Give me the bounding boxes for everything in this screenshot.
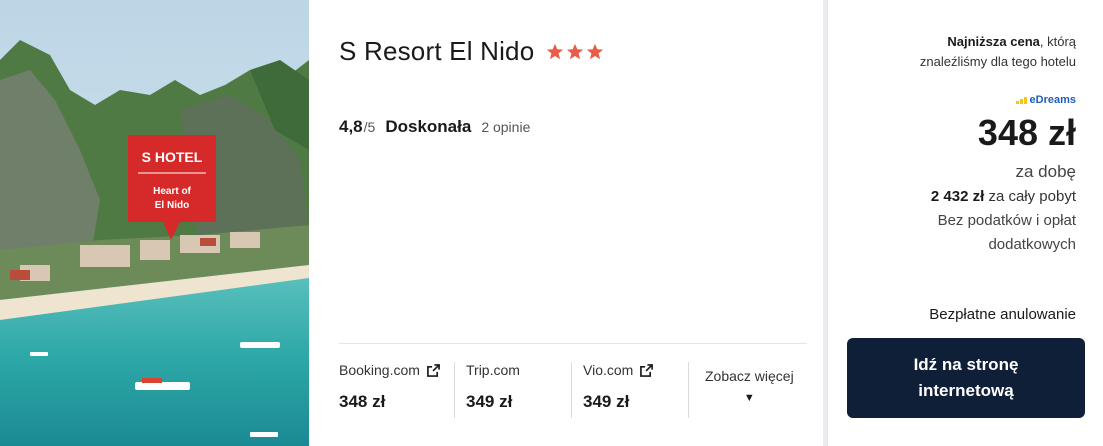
edreams-mark-icon [1015, 96, 1027, 104]
title-row: S Resort El Nido [339, 36, 604, 67]
star-rating [546, 43, 604, 61]
provider-name: Vio.com [583, 362, 634, 378]
offer-panel: Najniższa cena, którą znaleźliśmy dla te… [827, 0, 1103, 446]
offer-summary: Najniższa cena, którą znaleźliśmy dla te… [836, 32, 1076, 257]
star-icon [587, 43, 604, 59]
hotel-name[interactable]: S Resort El Nido [339, 36, 534, 67]
hotel-card: S HOTEL Heart of El Nido S Resort El Nid… [0, 0, 823, 446]
offer-price: 348 zł [977, 112, 1076, 153]
lowest-price-rest: , którą [1039, 34, 1076, 49]
caret-down-icon: ▼ [743, 392, 755, 404]
hotel-details: S Resort El Nido 4,8 /5 Doskonała 2 opin… [339, 0, 809, 446]
external-link-icon [427, 363, 440, 377]
provider-trip[interactable]: Trip.com 349 zł [466, 362, 520, 412]
external-link-icon [640, 363, 654, 377]
free-cancellation: Bezpłatne anulowanie [929, 306, 1076, 323]
provider-vio[interactable]: Vio.com 349 zł [583, 362, 654, 412]
rating-label: Doskonała [385, 117, 472, 136]
sign-brand: S HOTEL [142, 149, 203, 165]
total-price: 2 432 zł za cały pobyt [836, 188, 1076, 205]
total-label: za cały pobyt [984, 188, 1076, 205]
taxes-note: Bez podatków i opłat dodatkowych [836, 209, 1076, 257]
sign-tagline-1: Heart of [153, 186, 191, 197]
rating-score: 4,8 [339, 117, 363, 136]
total-amount: 2 432 zł [930, 188, 985, 205]
provider-logo-text: eDreams [1029, 94, 1076, 106]
provider-price: 348 zł [339, 392, 386, 411]
lowest-price-bold: Najniższa cena [947, 34, 1040, 49]
provider-prices: Booking.com 348 zł Trip.com 349 zł Vio.c… [339, 362, 809, 422]
see-more-label: Zobacz więcej [705, 368, 794, 384]
provider-name: Trip.com [466, 362, 520, 378]
lowest-price-note: Najniższa cena, którą znaleźliśmy dla te… [836, 32, 1076, 72]
taxes-line-2: dodatkowych [988, 236, 1076, 253]
provider-price: 349 zł [583, 392, 630, 411]
go-to-website-button[interactable]: Idź na stronę internetową [847, 338, 1085, 418]
hotel-photo-image: S HOTEL Heart of El Nido [0, 0, 309, 446]
star-icon [547, 43, 564, 59]
rating-max: /5 [363, 119, 376, 135]
provider-separator [688, 362, 689, 418]
star-icon [567, 43, 584, 59]
provider-booking[interactable]: Booking.com 348 zł [339, 362, 440, 412]
hotel-photo[interactable]: S HOTEL Heart of El Nido [0, 0, 309, 446]
per-night-label: za dobę [1015, 162, 1077, 181]
provider-separator [571, 362, 572, 418]
rating-row[interactable]: 4,8 /5 Doskonała 2 opinie [339, 117, 530, 137]
taxes-line-1: Bez podatków i opłat [937, 212, 1076, 229]
provider-separator [454, 362, 455, 418]
edreams-logo: eDreams [836, 94, 1076, 106]
see-more-button[interactable]: Zobacz więcej ▼ [705, 368, 794, 404]
sign-tagline-2: El Nido [155, 200, 189, 211]
review-count: 2 opinie [481, 119, 531, 135]
provider-name: Booking.com [339, 362, 420, 378]
provider-price: 349 zł [466, 392, 513, 411]
lowest-price-rest-2: znaleźliśmy dla tego hotelu [919, 54, 1076, 69]
divider [339, 343, 807, 344]
cta-line-1: Idź na stronę [913, 355, 1019, 374]
cta-line-2: internetową [918, 381, 1014, 400]
